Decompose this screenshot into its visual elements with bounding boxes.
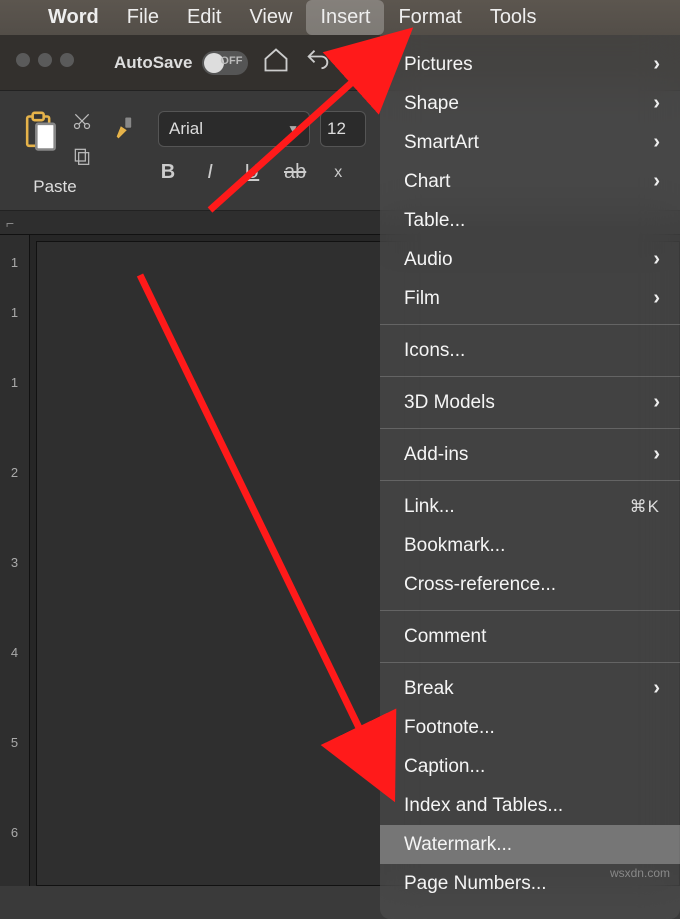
menu-view[interactable]: View — [235, 0, 306, 35]
home-icon[interactable] — [262, 46, 290, 79]
chevron-right-icon: › — [653, 53, 660, 76]
menu-item-footnote[interactable]: Footnote... — [380, 708, 680, 747]
menubar: Word File Edit View Insert Format Tools — [0, 0, 680, 35]
menu-item-audio[interactable]: Audio› — [380, 240, 680, 279]
menu-separator — [380, 662, 680, 663]
underline-button[interactable]: U — [242, 161, 262, 184]
image-watermark: wsxdn.com — [610, 866, 670, 880]
chevron-down-icon: ▼ — [287, 122, 299, 136]
toggle-switch[interactable]: OFF — [202, 51, 248, 75]
strikethrough-button[interactable]: ab — [284, 161, 306, 184]
menu-file[interactable]: File — [113, 0, 173, 35]
menu-edit[interactable]: Edit — [173, 0, 235, 35]
shortcut-label: ⌘K — [630, 497, 660, 517]
menu-item-link[interactable]: Link...⌘K — [380, 487, 680, 526]
menu-item-cross-reference[interactable]: Cross-reference... — [380, 565, 680, 604]
paste-label: Paste — [33, 177, 76, 197]
font-name-select[interactable]: Arial ▼ — [158, 111, 310, 147]
chevron-right-icon: › — [653, 391, 660, 414]
chevron-right-icon: › — [653, 677, 660, 700]
menu-item-smartart[interactable]: SmartArt› — [380, 123, 680, 162]
chevron-right-icon: › — [653, 92, 660, 115]
menu-separator — [380, 324, 680, 325]
menu-format[interactable]: Format — [384, 0, 475, 35]
font-size-select[interactable]: 12 — [320, 111, 366, 147]
menu-item-chart[interactable]: Chart› — [380, 162, 680, 201]
autosave-toggle[interactable]: AutoSave OFF — [114, 51, 248, 75]
chevron-right-icon: › — [653, 170, 660, 193]
menu-item-film[interactable]: Film› — [380, 279, 680, 318]
bold-button[interactable]: B — [158, 161, 178, 184]
menu-item-add-ins[interactable]: Add-ins› — [380, 435, 680, 474]
menu-item-pictures[interactable]: Pictures› — [380, 45, 680, 84]
window-traffic-lights[interactable] — [16, 53, 82, 72]
paste-group: Paste — [18, 111, 92, 197]
menu-item-caption[interactable]: Caption... — [380, 747, 680, 786]
menu-item-watermark[interactable]: Watermark... — [380, 825, 680, 864]
menu-separator — [380, 376, 680, 377]
font-group: Arial ▼ 12 B I U ab x — [158, 111, 366, 184]
autosave-label: AutoSave — [114, 53, 192, 73]
italic-button[interactable]: I — [200, 161, 220, 184]
menu-separator — [380, 610, 680, 611]
subscript-button[interactable]: x — [328, 164, 348, 182]
menu-item-bookmark[interactable]: Bookmark... — [380, 526, 680, 565]
menu-separator — [380, 480, 680, 481]
menu-tools[interactable]: Tools — [476, 0, 551, 35]
ruler-vertical[interactable]: 1 1 1 2 3 4 5 6 — [0, 235, 30, 886]
copy-icon[interactable] — [72, 146, 92, 171]
menu-item-index-and-tables[interactable]: Index and Tables... — [380, 786, 680, 825]
chevron-right-icon: › — [653, 131, 660, 154]
format-painter-icon[interactable] — [112, 111, 138, 146]
menu-item-comment[interactable]: Comment — [380, 617, 680, 656]
menu-insert[interactable]: Insert — [306, 0, 384, 35]
chevron-right-icon: › — [653, 443, 660, 466]
insert-dropdown: Pictures›Shape›SmartArt›Chart›Table...Au… — [380, 35, 680, 919]
cut-icon[interactable] — [72, 111, 92, 136]
chevron-right-icon: › — [653, 248, 660, 271]
menu-item-3d-models[interactable]: 3D Models› — [380, 383, 680, 422]
paste-icon[interactable] — [18, 111, 62, 171]
menu-separator — [380, 428, 680, 429]
tab-stop-icon: ⌐ — [6, 215, 14, 231]
menu-item-shape[interactable]: Shape› — [380, 84, 680, 123]
undo-icon[interactable] — [304, 46, 332, 79]
chevron-right-icon: › — [653, 287, 660, 310]
menu-item-icons[interactable]: Icons... — [380, 331, 680, 370]
menu-app[interactable]: Word — [34, 0, 113, 35]
menu-item-table[interactable]: Table... — [380, 201, 680, 240]
menu-item-break[interactable]: Break› — [380, 669, 680, 708]
